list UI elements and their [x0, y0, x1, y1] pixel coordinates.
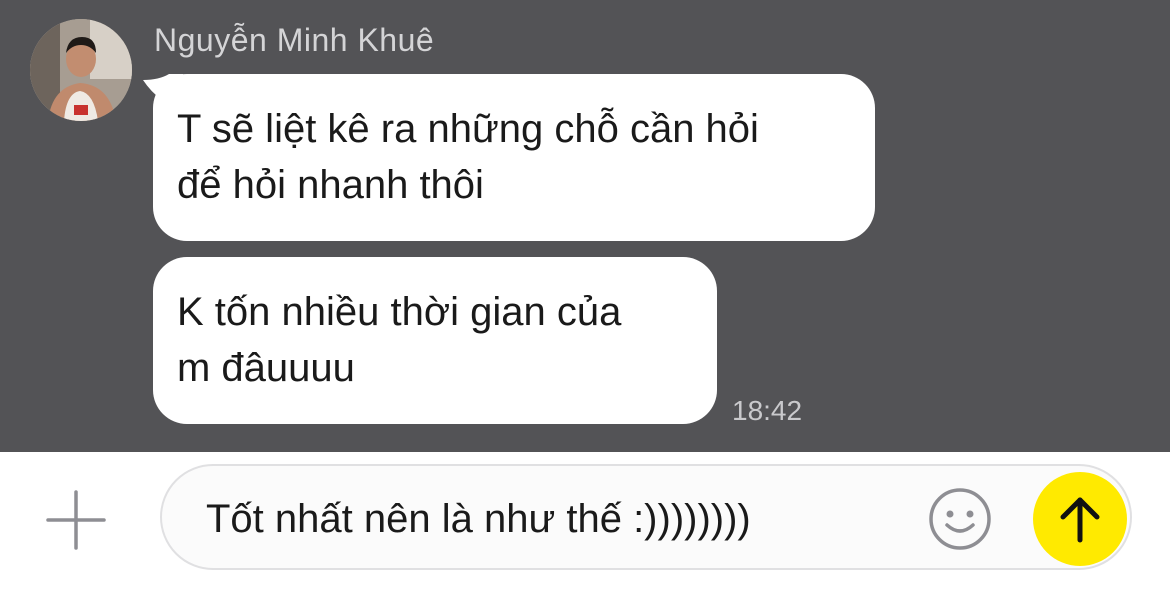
message-bubble[interactable]: K tốn nhiều thời gian của m đâuuuu — [153, 257, 717, 424]
message-input[interactable]: Tốt nhất nên là như thế :)))))))) — [206, 492, 906, 546]
send-button[interactable] — [1033, 472, 1127, 566]
message-bubble[interactable]: T sẽ liệt kê ra những chỗ cần hỏi để hỏi… — [153, 74, 875, 241]
message-text-line: K tốn nhiều thời gian của — [177, 290, 622, 334]
message-text-line: để hỏi nhanh thôi — [177, 163, 484, 207]
arrow-up-icon — [1060, 497, 1100, 543]
plus-icon[interactable] — [44, 488, 108, 552]
message-timestamp: 18:42 — [732, 395, 803, 426]
smiley-icon[interactable] — [928, 487, 992, 551]
chat-area: Nguyễn Minh Khuê T sẽ liệt kê ra những c… — [0, 0, 1170, 452]
message-text-line: T sẽ liệt kê ra những chỗ cần hỏi — [177, 107, 759, 151]
message-text-line: m đâuuuu — [177, 346, 355, 390]
avatar[interactable] — [30, 19, 132, 121]
sender-name: Nguyễn Minh Khuê — [154, 22, 435, 58]
avatar-photo — [30, 19, 132, 121]
